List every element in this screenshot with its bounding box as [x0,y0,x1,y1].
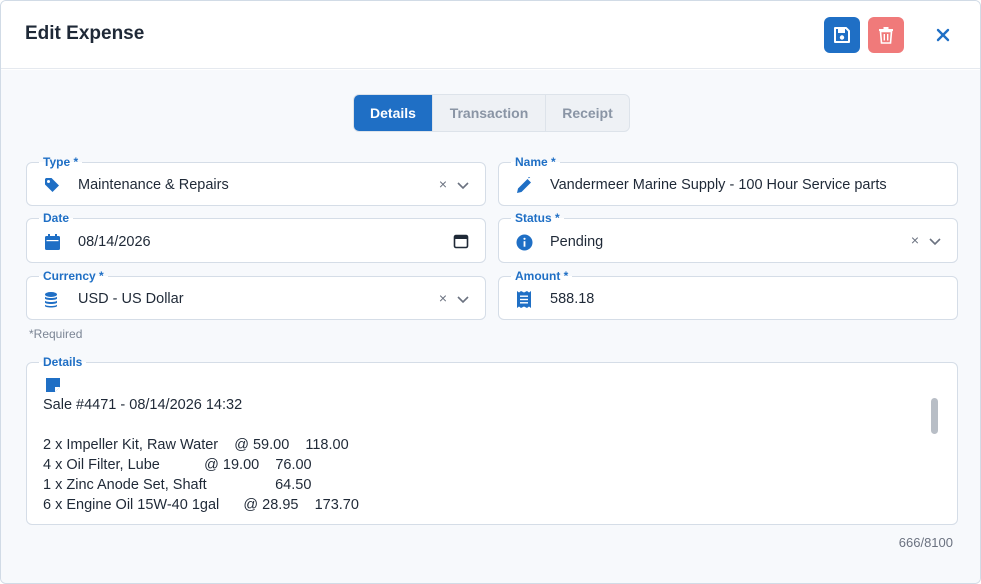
status-select[interactable]: Status * Pending × [498,211,958,263]
currency-clear-icon[interactable]: × [436,290,450,306]
chevron-down-icon[interactable] [927,233,943,249]
trash-icon [879,27,893,44]
save-button[interactable] [824,17,860,53]
amount-value: 588.18 [550,291,595,307]
info-icon [515,233,533,251]
note-icon [46,378,60,392]
name-label: Name * [511,155,560,169]
type-select[interactable]: Type * Maintenance & Repairs × [26,155,486,206]
type-value: Maintenance & Repairs [78,177,229,193]
amount-label: Amount * [511,269,573,283]
chevron-down-icon[interactable] [455,291,471,307]
tab-receipt[interactable]: Receipt [546,95,629,131]
coins-icon [43,290,61,308]
details-field[interactable]: Details Sale #4471 - 08/14/2026 14:32 2 … [26,355,958,525]
currency-value: USD - US Dollar [78,291,184,307]
currency-select[interactable]: Currency * USD - US Dollar × [26,269,486,320]
name-value: Vandermeer Marine Supply - 100 Hour Serv… [550,177,887,193]
date-value: 08/14/2026 [78,234,151,250]
tab-details[interactable]: Details [354,95,433,131]
calendar-icon [43,233,61,251]
name-field[interactable]: Name * Vandermeer Marine Supply - 100 Ho… [498,155,958,206]
tab-transaction[interactable]: Transaction [433,95,546,131]
status-label: Status * [511,211,564,225]
tab-bar: Details Transaction Receipt [353,94,630,132]
dialog-body: Details Transaction Receipt Type * Maint… [1,70,980,583]
details-label: Details [39,355,87,369]
tag-icon [43,176,61,194]
dialog-title: Edit Expense [25,23,145,44]
close-button[interactable] [927,19,959,51]
currency-label: Currency * [39,269,108,283]
save-icon [834,27,850,43]
dialog-header: Edit Expense [1,1,980,69]
type-label: Type * [39,155,83,169]
edit-expense-dialog: Edit Expense Details Transaction Receipt… [0,0,981,584]
date-label: Date [39,211,74,225]
date-field[interactable]: Date 08/14/2026 [26,211,486,263]
details-scrollbar-thumb[interactable] [931,398,938,434]
amount-field[interactable]: Amount * 588.18 [498,269,958,320]
required-note: *Required [29,327,83,341]
pencil-icon [515,176,533,194]
delete-button[interactable] [868,17,904,53]
type-clear-icon[interactable]: × [436,176,450,192]
chevron-down-icon[interactable] [455,177,471,193]
details-textarea[interactable]: Sale #4471 - 08/14/2026 14:32 2 x Impell… [43,395,923,515]
close-icon [936,28,950,42]
character-counter: 666/8100 [898,535,953,550]
status-value: Pending [550,234,604,250]
receipt-icon [515,290,533,308]
date-picker-icon[interactable] [453,233,469,249]
status-clear-icon[interactable]: × [908,232,922,248]
